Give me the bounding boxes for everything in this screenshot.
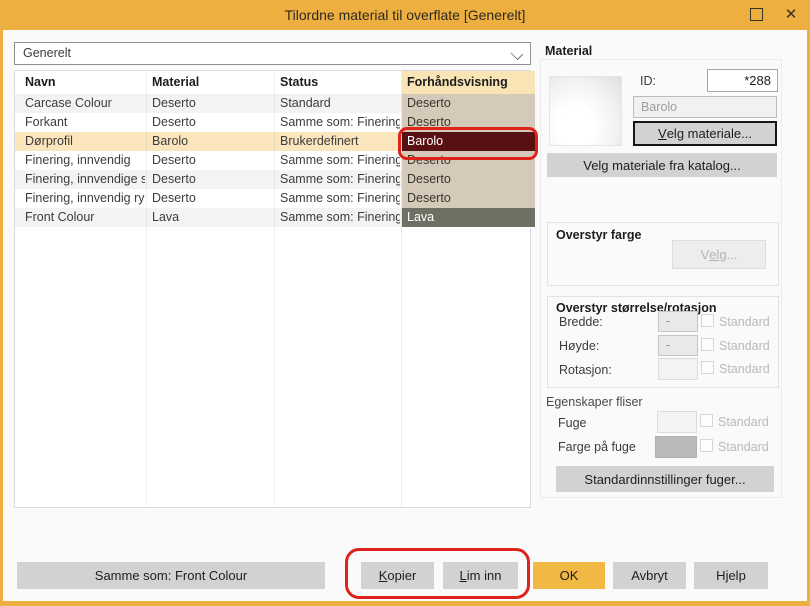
rotasjon-standard-label: Standard [719,362,770,376]
fuge-color-standard-label: Standard [718,440,769,454]
rotasjon-standard-checkbox[interactable] [701,361,714,374]
ok-button[interactable]: OK [533,562,605,589]
table-row[interactable]: Front Colour Lava Samme som: Finering La… [15,208,530,227]
material-preview-swatch [549,76,622,146]
id-label: ID: [640,74,656,88]
fuge-color-swatch[interactable] [655,436,697,458]
fuge-label: Fuge [558,416,587,430]
velg-materiale-fra-katalog-button[interactable]: Velg materiale fra katalog... [547,153,777,177]
close-icon[interactable]: ✕ [780,4,802,26]
velg-materiale-button[interactable]: Velg materiale... [633,121,777,146]
cell-navn: Forkant [25,113,145,132]
cell-preview: Barolo [402,132,535,152]
bredde-label: Bredde: [559,315,603,329]
cell-preview: Deserto [402,113,535,133]
materials-table: Navn Material Status Forhåndsvisning Car… [14,70,531,508]
fuge-input[interactable] [657,411,697,433]
table-row[interactable]: Forkant Deserto Samme som: Finering Dese… [15,113,530,132]
rotasjon-label: Rotasjon: [559,363,612,377]
fuge-color-standard-checkbox[interactable] [700,439,713,452]
cell-status: Brukerdefinert [280,132,400,151]
material-group-title: Material [545,44,592,58]
id-input[interactable]: *288 [707,69,778,92]
cell-navn: Finering, innvendig rygg [25,189,145,208]
bredde-standard-checkbox[interactable] [701,314,714,327]
title-bar: Tilordne material til overflate [Generel… [0,0,810,30]
cell-material: Deserto [152,113,270,132]
hoyde-input[interactable]: - [658,335,698,356]
hjelp-button[interactable]: Hjelp [694,562,768,589]
cell-navn: Carcase Colour [25,94,145,113]
fuge-standard-label: Standard [718,415,769,429]
overstyr-farge-groupbox: Overstyr farge Velg... [547,222,779,286]
farge-pa-fuge-label: Farge på fuge [558,440,636,454]
cell-status: Samme som: Finering [280,151,400,170]
avbryt-button[interactable]: Avbryt [613,562,686,589]
cell-status: Samme som: Finering, in [280,170,400,189]
window-border-left [0,0,3,606]
surface-combobox-value: Generelt [23,43,71,64]
cell-preview: Deserto [402,189,535,209]
fuge-standard-checkbox[interactable] [700,414,713,427]
cell-preview: Deserto [402,151,535,171]
window-title: Tilordne material til overflate [Generel… [0,0,810,30]
standardinnstillinger-fuger-button[interactable]: Standardinnstillinger fuger... [556,466,774,492]
egenskaper-fliser-title: Egenskaper fliser [546,395,643,409]
cell-material: Lava [152,208,270,227]
cell-preview: Deserto [402,94,535,114]
table-row[interactable]: Finering, innvendig Deserto Samme som: F… [15,151,530,170]
bredde-standard-label: Standard [719,315,770,329]
cell-navn: Dørprofil [25,132,145,151]
cell-status: Standard [280,94,400,113]
lim-inn-button[interactable]: Lim inn [443,562,518,589]
table-row[interactable]: Finering, innvendige side Deserto Samme … [15,170,530,189]
table-row-selected[interactable]: Dørprofil Barolo Brukerdefinert Barolo [15,132,530,151]
column-header-material: Material [152,71,199,94]
rotasjon-input[interactable] [658,358,698,380]
dialog-window: Tilordne material til overflate [Generel… [0,0,810,606]
hoyde-label: Høyde: [559,339,599,353]
table-header-row: Navn Material Status Forhåndsvisning [15,71,530,94]
cell-material: Deserto [152,170,270,189]
overstyr-storrelse-groupbox: Overstyr størrelse/rotasjon Bredde: - St… [547,296,779,388]
velg-farge-button[interactable]: Velg... [672,240,766,269]
overstyr-farge-title: Overstyr farge [556,228,641,242]
table-row[interactable]: Finering, innvendig rygg Deserto Samme s… [15,189,530,208]
cell-status: Samme som: Finering [280,208,400,227]
column-header-forhandsvisning: Forhåndsvisning [402,71,535,94]
window-border-bottom [0,601,810,606]
cell-material: Deserto [152,94,270,113]
cell-status: Samme som: Finering, in [280,189,400,208]
cell-material: Deserto [152,189,270,208]
cell-navn: Finering, innvendige side [25,170,145,189]
surface-combobox[interactable]: Generelt [14,42,531,65]
hoyde-standard-checkbox[interactable] [701,338,714,351]
column-header-navn: Navn [25,71,56,94]
cell-preview: Deserto [402,170,535,190]
cell-navn: Finering, innvendig [25,151,145,170]
cell-navn: Front Colour [25,208,145,227]
maximize-icon[interactable] [750,8,763,21]
samme-som-button[interactable]: Samme som: Front Colour [17,562,325,589]
hoyde-standard-label: Standard [719,339,770,353]
material-name-field[interactable]: Barolo [633,96,777,118]
bredde-input[interactable]: - [658,311,698,332]
cell-preview: Lava [402,208,535,228]
chevron-down-icon [510,47,523,60]
table-row[interactable]: Carcase Colour Deserto Standard Deserto [15,94,530,113]
cell-material: Deserto [152,151,270,170]
column-header-status: Status [280,71,318,94]
kopier-button[interactable]: Kopier [361,562,434,589]
cell-material: Barolo [152,132,270,151]
cell-status: Samme som: Finering [280,113,400,132]
